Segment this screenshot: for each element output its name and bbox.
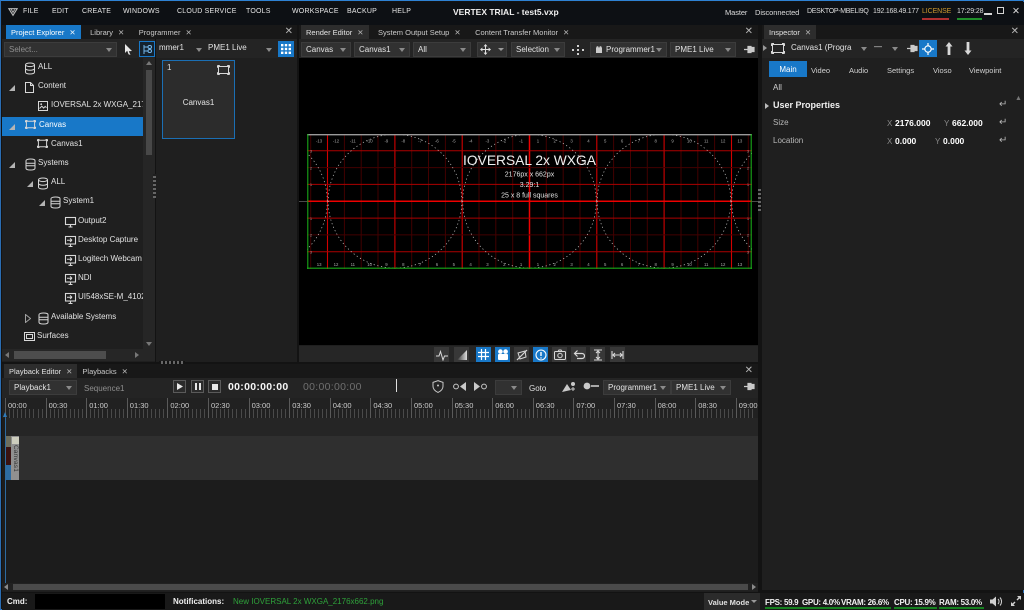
svg-text:11: 11 xyxy=(704,262,709,267)
svg-text:12: 12 xyxy=(334,262,339,267)
svg-text:12: 12 xyxy=(721,262,726,267)
svg-text:IOVERSAL 2x WXGA: IOVERSAL 2x WXGA xyxy=(463,153,597,168)
svg-text:-8: -8 xyxy=(401,139,405,144)
svg-text:-6: -6 xyxy=(435,139,439,144)
svg-text:-10: -10 xyxy=(366,139,373,144)
svg-text:-13: -13 xyxy=(316,139,323,144)
svg-text:-1: -1 xyxy=(519,139,523,144)
svg-text:25 x 8 full squares: 25 x 8 full squares xyxy=(501,193,558,200)
svg-text:12: 12 xyxy=(721,139,726,144)
svg-text:-5: -5 xyxy=(452,139,456,144)
svg-text:-11: -11 xyxy=(350,139,357,144)
svg-text:-4: -4 xyxy=(469,139,473,144)
svg-text:13: 13 xyxy=(317,262,322,267)
svg-text:2176px x 662px: 2176px x 662px xyxy=(505,172,555,179)
svg-text:-2: -2 xyxy=(502,139,506,144)
svg-text:11: 11 xyxy=(351,262,356,267)
svg-text:10: 10 xyxy=(687,139,692,144)
svg-text:-9: -9 xyxy=(384,139,388,144)
svg-text:-7: -7 xyxy=(418,139,422,144)
svg-text:11: 11 xyxy=(704,139,709,144)
svg-text:-12: -12 xyxy=(333,139,340,144)
svg-text:10: 10 xyxy=(687,262,692,267)
svg-text:10: 10 xyxy=(367,262,372,267)
svg-text:13: 13 xyxy=(738,262,743,267)
svg-text:3.29:1: 3.29:1 xyxy=(520,182,540,189)
svg-text:13: 13 xyxy=(738,139,743,144)
svg-text:-3: -3 xyxy=(485,139,489,144)
